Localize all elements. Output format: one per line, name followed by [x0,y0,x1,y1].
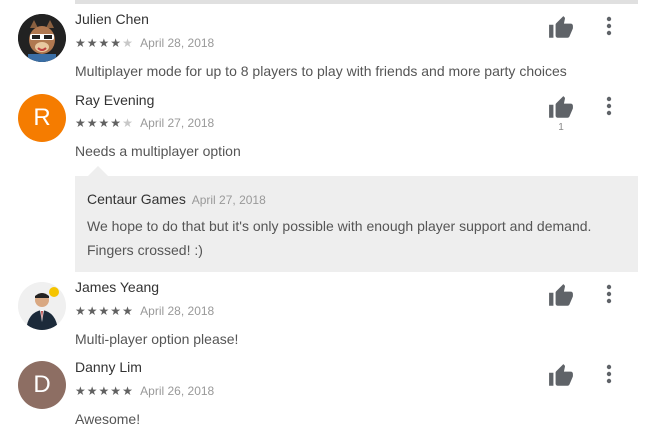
star-rating: ★★★★★ April 26, 2018 [75,384,214,398]
star-rating: ★★★★★ April 27, 2018 [75,116,214,130]
review-date: April 26, 2018 [140,384,215,398]
thumbs-up-icon[interactable] [548,363,574,389]
star-icon: ★ [75,116,87,130]
review-date: April 27, 2018 [140,116,215,130]
avatar-letter: D [33,371,51,398]
dog-avatar-image [18,14,66,62]
star-rating: ★★★★★ April 28, 2018 [75,304,214,318]
star-empty-icon: ★ [122,116,134,130]
star-icon: ★ [122,384,134,398]
developer-name[interactable]: Centaur Games [87,191,186,207]
star-icon: ★ [110,304,123,318]
star-icon: ★ [122,304,134,318]
review-text: Multi-player option please! [75,331,239,347]
more-vert-icon[interactable] [598,13,620,39]
thumbs-up-icon[interactable] [548,95,574,121]
avatar-letter: R [33,104,51,131]
star-icon: ★ [75,304,87,318]
star-empty-icon: ★ [122,36,134,50]
avatar[interactable] [18,14,66,62]
star-icon: ★ [86,304,99,318]
star-rating: ★★★★★ April 28, 2018 [75,36,214,50]
star-icon: ★ [98,304,111,318]
more-vert-icon[interactable] [598,93,620,119]
star-icon: ★ [98,116,111,130]
developer-reply: Centaur Games April 27, 2018 We hope to … [75,176,638,272]
more-vert-icon[interactable] [598,361,620,387]
avatar[interactable]: R [18,94,66,142]
review-date: April 28, 2018 [140,304,215,318]
star-icon: ★ [86,384,99,398]
star-icon: ★ [110,116,123,130]
more-vert-icon[interactable] [598,281,620,307]
avatar[interactable] [18,282,66,330]
review-author[interactable]: James Yeang [75,279,159,295]
review-author[interactable]: Ray Evening [75,92,154,108]
star-icon: ★ [75,36,87,50]
star-icon: ★ [98,384,111,398]
star-icon: ★ [86,116,99,130]
thumbs-up-icon[interactable] [548,15,574,41]
developer-reply-header: Centaur Games April 27, 2018 [87,191,266,207]
reply-pointer [88,166,108,176]
developer-reply-text: We hope to do that but it's only possibl… [87,218,592,258]
person-avatar-image [18,282,66,330]
review-author[interactable]: Danny Lim [75,359,142,375]
star-icon: ★ [110,384,123,398]
review-author[interactable]: Julien Chen [75,11,149,27]
review-text: Awesome! [75,411,141,427]
star-icon: ★ [75,384,87,398]
helpful-count: 1 [558,122,564,133]
review-text: Needs a multiplayer option [75,143,241,159]
avatar[interactable]: D [18,361,66,409]
developer-reply-date: April 27, 2018 [191,193,266,207]
star-icon: ★ [110,36,123,50]
top-divider [75,0,638,4]
review-date: April 28, 2018 [140,36,215,50]
review-text: Multiplayer mode for up to 8 players to … [75,63,567,79]
star-icon: ★ [98,36,111,50]
star-icon: ★ [86,36,99,50]
thumbs-up-icon[interactable] [548,283,574,309]
